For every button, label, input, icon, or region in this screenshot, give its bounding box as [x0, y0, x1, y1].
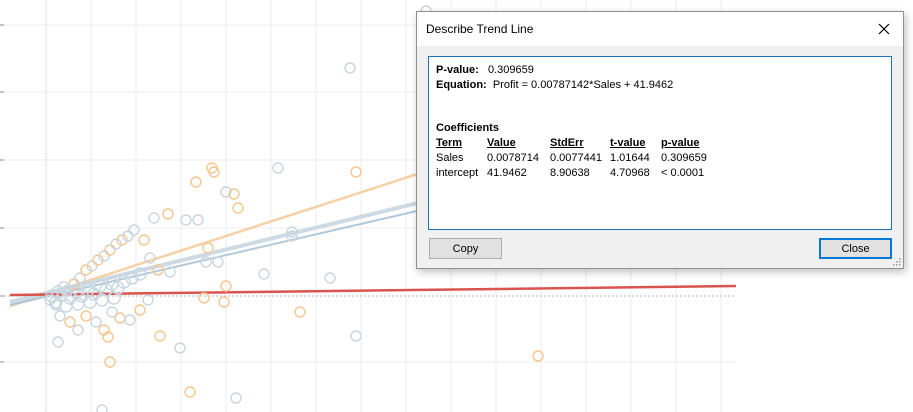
describe-trend-line-dialog: Describe Trend Line P-value: 0.309659 Eq… — [416, 11, 904, 269]
close-icon[interactable] — [871, 16, 897, 42]
axis-ticks — [0, 24, 4, 363]
row-intercept-tvalue: 4.70968 — [610, 167, 650, 179]
row-intercept-value: 41.9462 — [487, 167, 527, 179]
row-sales-tvalue: 1.01644 — [610, 152, 650, 164]
col-stderr: StdErr — [550, 137, 584, 149]
copy-button[interactable]: Copy — [429, 238, 502, 259]
col-pvalue: p-value — [661, 137, 700, 149]
resize-grip-icon[interactable] — [891, 256, 901, 266]
equation-value: Profit = 0.00787142*Sales + 41.9462 — [492, 79, 674, 91]
trend-line-details[interactable]: P-value: 0.309659 Equation: Profit = 0.0… — [428, 56, 892, 230]
dialog-title: Describe Trend Line — [426, 22, 534, 36]
row-intercept-pvalue: < 0.0001 — [661, 167, 705, 179]
pvalue-label: P-value: — [436, 64, 479, 76]
dialog-titlebar[interactable]: Describe Trend Line — [417, 12, 903, 46]
row-sales-stderr: 0.0077441 — [550, 152, 602, 164]
row-intercept-term: intercept — [436, 167, 479, 179]
row-intercept-stderr: 8.90638 — [550, 167, 590, 179]
close-button[interactable]: Close — [819, 238, 892, 259]
col-tvalue: t-value — [610, 137, 646, 149]
col-term: Term — [436, 137, 463, 149]
row-sales-pvalue: 0.309659 — [661, 152, 707, 164]
col-value: Value — [487, 137, 516, 149]
row-sales-term: Sales — [436, 152, 464, 164]
coefficients-heading: Coefficients — [436, 122, 499, 134]
equation-label: Equation: — [436, 79, 487, 91]
row-sales-value: 0.0078714 — [487, 152, 539, 164]
pvalue-value: 0.309659 — [487, 64, 534, 76]
